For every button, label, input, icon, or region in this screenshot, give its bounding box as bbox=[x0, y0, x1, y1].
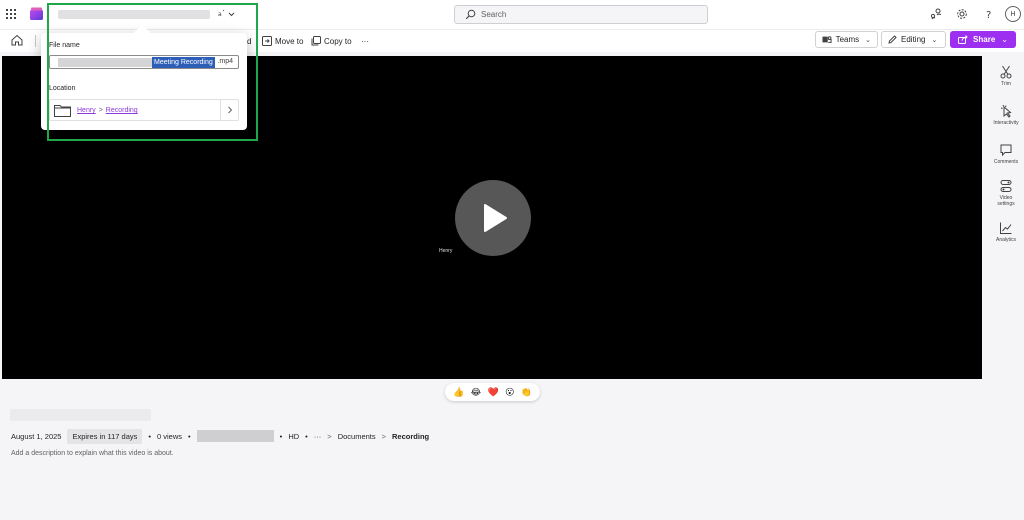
move-to-icon bbox=[262, 36, 272, 46]
interactivity-icon bbox=[1000, 104, 1012, 118]
meta-dot: • bbox=[148, 431, 152, 441]
analytics-label: Analytics bbox=[995, 237, 1016, 243]
more-commands-label: ··· bbox=[361, 36, 369, 46]
view-count: 0 views bbox=[157, 431, 183, 441]
pencil-icon bbox=[888, 35, 897, 44]
stream-logo-icon bbox=[30, 7, 43, 20]
svg-text:?: ? bbox=[986, 10, 991, 20]
video-meta-row: August 1, 2025 Expires in 117 days • 0 v… bbox=[11, 428, 435, 444]
video-settings-button[interactable]: Video settings bbox=[988, 179, 1024, 207]
meta-dot: • bbox=[279, 431, 283, 441]
scissors-icon bbox=[1000, 65, 1012, 79]
command-separator bbox=[35, 35, 36, 47]
analytics-chart-icon bbox=[1000, 222, 1012, 234]
comment-icon bbox=[1000, 144, 1012, 157]
play-button[interactable] bbox=[455, 180, 531, 256]
app-launcher-icon[interactable] bbox=[6, 9, 16, 19]
meta-dot: • bbox=[188, 431, 191, 441]
reactions-bar: 👍 😂 ❤️ 😮 👏 bbox=[445, 383, 540, 401]
chevron-right-icon: > bbox=[327, 431, 332, 441]
trim-label: Trim bbox=[1001, 81, 1011, 87]
chevron-right-icon: > bbox=[381, 431, 387, 441]
search-placeholder: Search bbox=[481, 10, 507, 19]
focus-highlight-box bbox=[47, 3, 258, 141]
teams-button[interactable]: Teams ⌄ bbox=[815, 31, 878, 48]
home-icon[interactable] bbox=[10, 33, 24, 47]
editing-label: Editing bbox=[901, 35, 926, 44]
breadcrumb-documents[interactable]: Documents bbox=[338, 432, 376, 441]
editing-mode-button[interactable]: Editing ⌄ bbox=[881, 31, 946, 48]
breadcrumb-more[interactable]: ··· bbox=[314, 432, 322, 441]
search-box[interactable]: Search bbox=[454, 5, 708, 24]
settings-gear-icon[interactable] bbox=[955, 7, 969, 21]
teams-label: Teams bbox=[835, 35, 860, 44]
video-settings-icon bbox=[1000, 180, 1012, 192]
breadcrumb-current: Recording bbox=[392, 431, 430, 441]
share-label: Share bbox=[973, 35, 996, 44]
teams-icon bbox=[822, 36, 832, 43]
quality-label: HD bbox=[288, 431, 300, 441]
owner-redacted bbox=[196, 430, 274, 442]
interactivity-label: Interactivity bbox=[993, 120, 1019, 126]
applause-reaction[interactable]: 👏 bbox=[521, 387, 532, 397]
copy-to-label: Copy to bbox=[324, 36, 352, 46]
share-icon bbox=[958, 35, 968, 44]
comments-label: Comments bbox=[993, 159, 1019, 165]
surprised-reaction[interactable]: 😮 bbox=[505, 387, 514, 397]
copy-to-icon bbox=[311, 36, 321, 46]
share-button[interactable]: Share ⌄ bbox=[950, 31, 1016, 48]
search-icon bbox=[465, 9, 476, 20]
comments-button[interactable]: Comments bbox=[988, 143, 1024, 165]
help-icon[interactable]: ? bbox=[982, 7, 996, 21]
user-avatar[interactable]: H bbox=[1005, 6, 1021, 22]
chevron-down-icon: ⌄ bbox=[931, 36, 938, 44]
more-commands-button[interactable]: ··· bbox=[361, 34, 369, 48]
video-overlay-name: Henry bbox=[439, 248, 453, 254]
expiration-badge[interactable]: Expires in 117 days bbox=[67, 428, 143, 444]
heart-reaction[interactable]: ❤️ bbox=[487, 387, 498, 397]
analytics-button[interactable]: Analytics bbox=[988, 221, 1024, 243]
meta-dot: • bbox=[305, 431, 308, 441]
upload-date: August 1, 2025 bbox=[11, 431, 62, 441]
chevron-down-icon: ⌄ bbox=[1001, 35, 1008, 44]
move-to-label: Move to bbox=[275, 36, 304, 46]
video-settings-label-2: settings bbox=[997, 201, 1015, 207]
like-reaction[interactable]: 👍 bbox=[453, 387, 464, 397]
move-to-button[interactable]: Move to bbox=[262, 34, 303, 48]
video-title-redacted bbox=[10, 409, 151, 421]
trim-button[interactable]: Trim bbox=[988, 65, 1024, 87]
laugh-reaction[interactable]: 😂 bbox=[471, 387, 482, 397]
connections-icon[interactable] bbox=[929, 7, 943, 21]
play-icon bbox=[484, 204, 507, 232]
description-field[interactable]: Add a description to explain what this v… bbox=[11, 450, 174, 457]
chevron-down-icon: ⌄ bbox=[865, 36, 871, 44]
copy-to-button[interactable]: Copy to bbox=[311, 34, 352, 48]
interactivity-button[interactable]: Interactivity bbox=[988, 104, 1024, 126]
